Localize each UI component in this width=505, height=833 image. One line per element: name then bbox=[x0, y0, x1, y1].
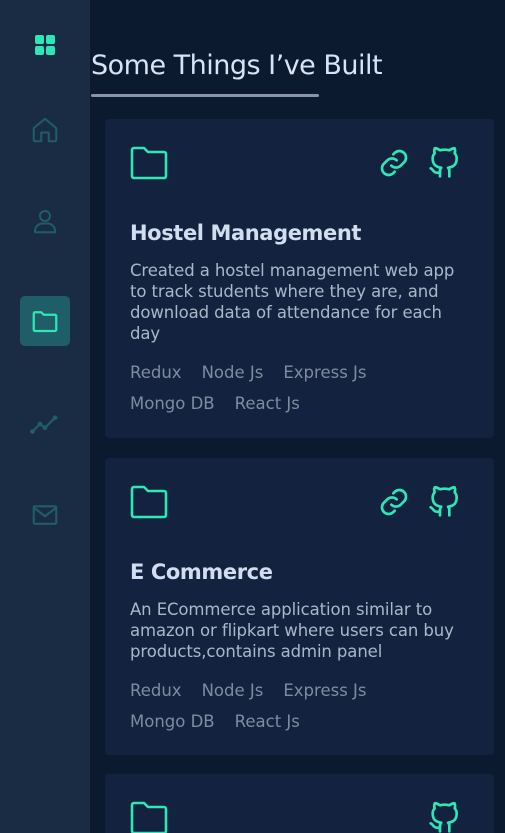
project-description: An ECommerce application similar to amaz… bbox=[130, 600, 454, 661]
folder-icon bbox=[32, 311, 58, 333]
sidebar-item-experience[interactable] bbox=[20, 399, 70, 449]
tech-tag: Redux bbox=[130, 363, 182, 382]
mail-icon bbox=[32, 505, 58, 525]
main-content: Some Things I’ve Built Hostel Management… bbox=[90, 0, 505, 833]
sidebar-item-projects[interactable] bbox=[20, 296, 70, 346]
sidebar bbox=[0, 0, 90, 833]
tech-tag: Redux bbox=[130, 681, 182, 700]
user-icon bbox=[34, 210, 56, 234]
section-title: Some Things I’ve Built bbox=[91, 50, 383, 81]
project-card bbox=[105, 774, 494, 833]
github-icon[interactable] bbox=[428, 801, 460, 833]
sidebar-item-home[interactable] bbox=[20, 105, 70, 155]
github-icon[interactable] bbox=[428, 146, 460, 180]
github-icon[interactable] bbox=[428, 485, 460, 519]
project-title: E Commerce bbox=[130, 560, 273, 584]
tech-tag: Node Js bbox=[201, 363, 264, 382]
folder-icon bbox=[130, 146, 168, 180]
tech-tag: Express Js bbox=[283, 363, 367, 382]
link-icon[interactable] bbox=[378, 147, 410, 179]
tech-tag: React Js bbox=[234, 394, 300, 413]
sidebar-item-contact[interactable] bbox=[20, 490, 70, 540]
folder-icon bbox=[130, 801, 168, 833]
tech-tag: React Js bbox=[234, 712, 300, 731]
grid-icon[interactable] bbox=[35, 35, 55, 55]
tech-tag: Node Js bbox=[201, 681, 264, 700]
project-description: Created a hostel management web app to t… bbox=[130, 261, 455, 343]
project-card: Hostel Management Created a hostel manag… bbox=[105, 119, 494, 438]
link-icon[interactable] bbox=[378, 486, 410, 518]
tech-tag: Mongo DB bbox=[130, 394, 215, 413]
title-underline bbox=[91, 94, 319, 97]
home-icon bbox=[32, 117, 58, 143]
folder-icon bbox=[130, 485, 168, 519]
tech-tag: Mongo DB bbox=[130, 712, 215, 731]
tech-tags: Redux Node Js Express Js Mongo DB React … bbox=[130, 362, 470, 415]
tech-tags: Redux Node Js Express Js Mongo DB React … bbox=[130, 680, 470, 733]
tech-tag: Express Js bbox=[283, 681, 367, 700]
project-card: E Commerce An ECommerce application simi… bbox=[105, 458, 494, 755]
chart-line-icon bbox=[30, 415, 58, 434]
sidebar-item-about[interactable] bbox=[20, 196, 70, 246]
project-title: Hostel Management bbox=[130, 221, 362, 245]
